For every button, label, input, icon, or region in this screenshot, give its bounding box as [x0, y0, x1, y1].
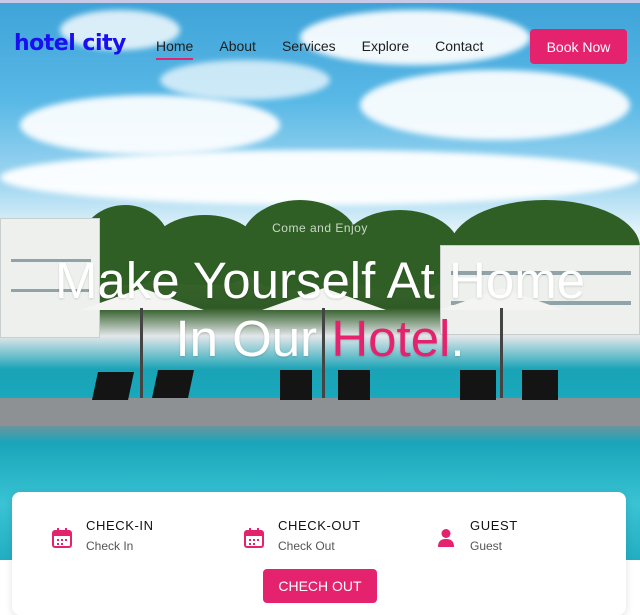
check-in-value[interactable]: Check In [86, 539, 133, 553]
check-out-label: CHECK-OUT [278, 518, 361, 533]
calendar-icon [244, 528, 264, 548]
site-logo[interactable]: hotel city [14, 31, 126, 56]
booking-card: CHECK-IN Check In CHECK-OUT Check Out GU… [12, 492, 626, 615]
hero-eyebrow: Come and Enjoy [272, 221, 368, 235]
check-out-value[interactable]: Check Out [278, 539, 335, 553]
hero-headline: Make Yourself At Home In Our Hotel. [0, 252, 640, 368]
main-nav: Home About Services Explore Contact [156, 38, 509, 60]
check-in-label: CHECK-IN [86, 518, 154, 533]
headline-line-1: Make Yourself At Home [54, 252, 586, 309]
guest-value[interactable]: Guest [470, 539, 502, 553]
headline-line-2-suffix: . [450, 310, 465, 367]
headline-line-2-prefix: In Our [175, 310, 332, 367]
nav-services[interactable]: Services [282, 38, 336, 54]
nav-about[interactable]: About [219, 38, 256, 54]
check-out-button[interactable]: CHECH OUT [263, 569, 377, 603]
book-now-button[interactable]: Book Now [530, 29, 627, 64]
user-icon [438, 529, 454, 547]
top-border [0, 0, 640, 3]
guest-label: GUEST [470, 518, 518, 533]
nav-home[interactable]: Home [156, 38, 194, 60]
calendar-icon [52, 528, 72, 548]
nav-contact[interactable]: Contact [435, 38, 483, 54]
headline-accent: Hotel [331, 310, 451, 367]
nav-explore[interactable]: Explore [362, 38, 409, 54]
